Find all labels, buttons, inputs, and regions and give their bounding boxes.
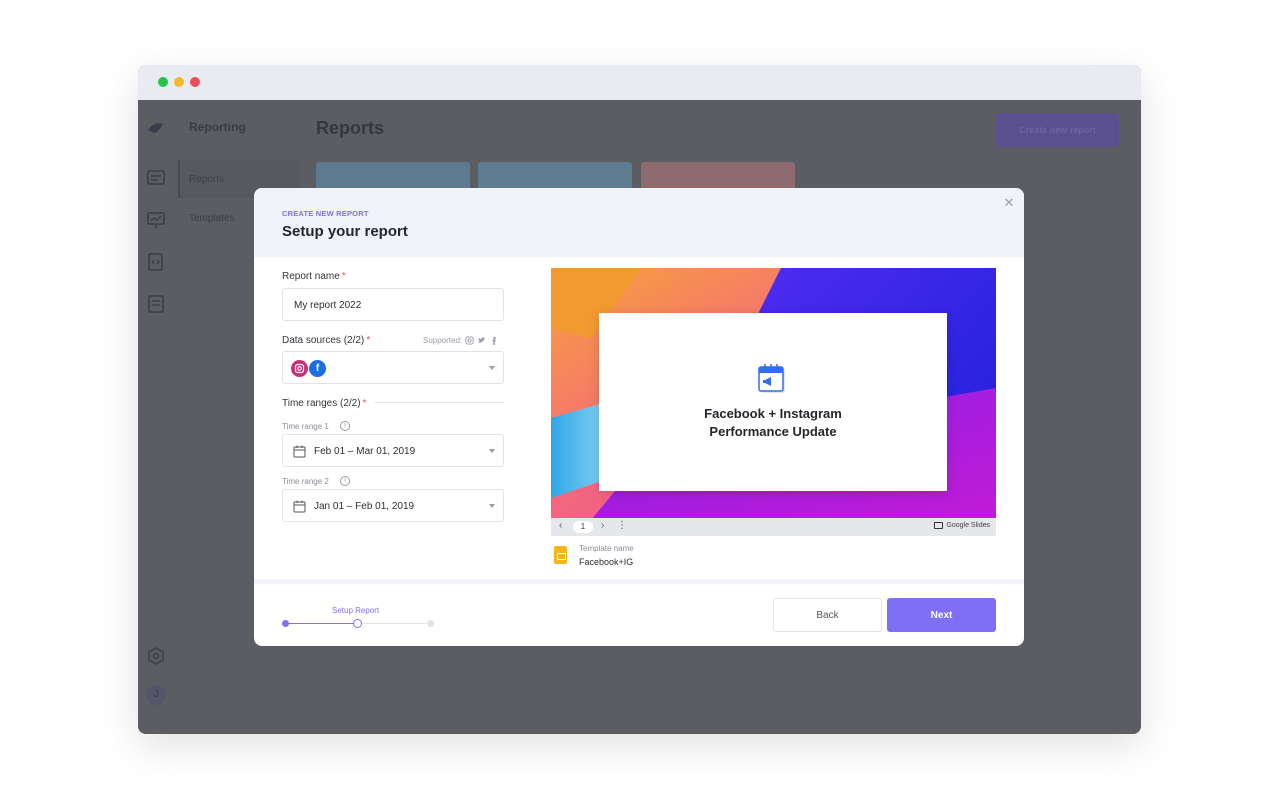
calendar-icon [293, 500, 306, 513]
supported-sources: Supported: [423, 336, 498, 345]
window-maximize-button[interactable] [158, 77, 168, 87]
template-preview: Facebook + Instagram Performance Update [551, 268, 996, 520]
more-options-icon[interactable]: ⋮ [617, 520, 627, 531]
title-bar [138, 65, 1141, 100]
time-range-1-value: Feb 01 – Mar 01, 2019 [314, 446, 416, 457]
code-file-icon[interactable] [146, 252, 166, 272]
time-ranges-label: Time ranges (2/2) * [282, 398, 367, 409]
page-title: Reports [316, 118, 385, 138]
facebook-icon [492, 336, 496, 345]
report-name-label: Report name * [282, 271, 346, 282]
calendar-icon [293, 445, 306, 458]
megaphone-calendar-icon [758, 364, 785, 393]
info-icon[interactable]: i [340, 476, 350, 486]
step-3-dot [427, 620, 434, 627]
slide-title: Facebook + Instagram Performance Update [704, 406, 842, 439]
chevron-down-icon [489, 366, 495, 370]
time-range-1-label: Time range 1 [282, 422, 329, 431]
report-icon[interactable] [146, 294, 166, 314]
google-slides-file-icon [554, 546, 567, 564]
instagram-icon [465, 336, 474, 345]
slide-pager: ‹ 1 › ⋮ Google Slides [551, 518, 996, 536]
template-name-label: Template name [579, 544, 634, 553]
data-sources-label: Data sources (2/2) * [282, 335, 371, 346]
modal-eyebrow: CREATE NEW REPORT [282, 209, 369, 218]
nav-item-templates[interactable]: Templates [189, 213, 235, 224]
modal-title: Setup your report [282, 223, 408, 240]
presentation-icon[interactable] [146, 210, 166, 230]
google-slides-badge: Google Slides [934, 522, 990, 529]
report-name-input[interactable]: My report 2022 [282, 288, 504, 321]
settings-icon[interactable] [146, 646, 166, 666]
section-divider [374, 402, 504, 403]
chevron-down-icon [489, 504, 495, 508]
logo-icon [148, 123, 164, 133]
info-icon[interactable]: i [340, 421, 350, 431]
time-range-2-select[interactable]: Jan 01 – Feb 01, 2019 [282, 489, 504, 522]
stepper-progress [285, 623, 357, 624]
next-button[interactable]: Next [887, 598, 996, 632]
nav-item-reports[interactable]: Reports [189, 174, 224, 185]
avatar[interactable]: J [146, 685, 166, 705]
step-1-dot [282, 620, 289, 627]
instagram-source-icon [291, 360, 308, 377]
chevron-down-icon [489, 449, 495, 453]
page-number: 1 [573, 521, 593, 533]
window-minimize-button[interactable] [174, 77, 184, 87]
twitter-icon [478, 337, 486, 343]
back-button[interactable]: Back [773, 598, 882, 632]
time-range-1-select[interactable]: Feb 01 – Mar 01, 2019 [282, 434, 504, 467]
template-name-value: Facebook+IG [579, 557, 634, 567]
modal-header: CREATE NEW REPORT Setup your report ✕ [254, 188, 1024, 257]
close-icon[interactable]: ✕ [1002, 196, 1016, 210]
step-2-dot [353, 619, 362, 628]
section-title: Reporting [189, 120, 246, 134]
report-name-value: My report 2022 [294, 300, 362, 311]
slides-icon [934, 522, 944, 529]
data-sources-select[interactable]: f [282, 351, 504, 384]
slide-card: Facebook + Instagram Performance Update [599, 313, 947, 491]
icon-rail: J [138, 100, 176, 734]
time-range-2-value: Jan 01 – Feb 01, 2019 [314, 501, 415, 512]
active-nav-indicator [178, 160, 180, 198]
window-close-button[interactable] [190, 77, 200, 87]
setup-report-modal: CREATE NEW REPORT Setup your report ✕ Re… [254, 188, 1024, 646]
facebook-source-icon: f [309, 360, 326, 377]
create-new-report-button[interactable]: Create new report [996, 113, 1119, 147]
footer-separator [254, 579, 1024, 584]
chevron-right-icon[interactable]: › [601, 520, 604, 531]
dashboard-icon[interactable] [146, 168, 166, 188]
time-range-2-label: Time range 2 [282, 477, 329, 486]
chevron-left-icon[interactable]: ‹ [559, 520, 562, 531]
supported-label: Supported: [423, 336, 463, 345]
current-step-label: Setup Report [332, 606, 380, 615]
